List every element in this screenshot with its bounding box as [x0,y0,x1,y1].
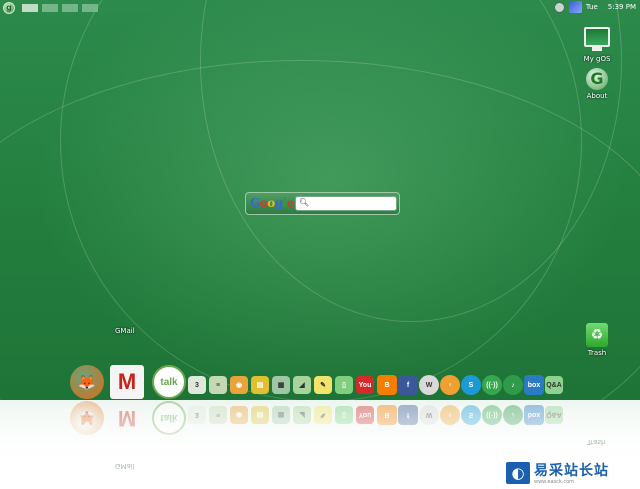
clock-time[interactable]: 5:39 PM [608,3,636,11]
desktop: g Tue 5:39 PM My gOS G About ♻ Trash Goo… [0,0,640,489]
dock-notebook-icon[interactable]: ▤ [251,376,269,394]
desktop-icon-label: Trash [587,349,607,357]
dock-music-icon[interactable]: ♪ [503,375,523,395]
dock-facebook-icon[interactable]: f [398,375,418,395]
dock-firefox-icon[interactable]: 🦊 [70,365,104,399]
watermark-logo-icon: ◐ [506,462,530,484]
dock-meebo-icon[interactable]: ♀ [440,375,460,395]
dock-blogger-icon[interactable]: B [377,375,397,395]
search-input[interactable] [309,197,394,210]
recycle-bin-icon: ♻ [586,323,608,347]
monitor-icon [584,27,610,51]
dock-hover-label: GMail [115,327,135,335]
dock-wifi-icon[interactable]: ((·)) [482,375,502,395]
watermark-url: www.easck.com [534,479,575,485]
dock-youtube-icon[interactable]: You [356,376,374,394]
dock-gtalk-icon[interactable]: talk [152,365,186,399]
network-icon[interactable] [553,1,565,13]
green-g-icon: G [586,68,608,90]
google-logo: Google [250,196,294,210]
desktop-icon-label: My gOS [583,55,611,63]
watermark-title: 易采站长站 [534,463,609,479]
clock-day: Tue [585,3,598,11]
search-box: 🔍︎ [295,196,397,211]
wifi-icon[interactable] [568,1,582,13]
watermark: ◐ 易采站长站 www.easck.com [500,457,640,489]
desktop-icon-trash[interactable]: ♻ Trash [577,323,617,357]
dock-gmail-icon[interactable]: M [110,365,144,399]
dock-notes-icon[interactable]: ✎ [314,376,332,394]
dock-box-icon[interactable]: box [524,375,544,395]
workspace-3[interactable] [62,4,78,12]
dock-photos-icon[interactable]: ▦ [272,376,290,394]
google-search-widget: Google 🔍︎ [245,192,400,215]
dock-wikipedia-icon[interactable]: W [419,375,439,395]
workspace-1[interactable] [22,4,38,12]
dock-docs-icon[interactable]: ≡ [209,376,227,394]
search-icon[interactable]: 🔍︎ [299,198,309,207]
workspace-2[interactable] [42,4,58,12]
top-panel: g Tue 5:39 PM [0,0,640,16]
workspace-4[interactable] [82,4,98,12]
mirrored-trash-label: Trash [587,438,606,446]
dock-skype-icon[interactable]: S [461,375,481,395]
dock-reader-icon[interactable]: ◉ [230,376,248,394]
app-dock: 🦊 Mtalk 3 ≡ ◉ ▤ ▦ ◢ ✎ ▯ You Bf W ♀ S ((·)) ♪ box Q&A [0,364,640,400]
mirrored-hover-label: GMail [115,462,135,470]
dock-maps-icon[interactable]: ◢ [293,376,311,394]
desktop-icon-about[interactable]: G About [577,68,617,100]
desktop-icon-label: About [586,92,608,100]
desktop-icon-mygos[interactable]: My gOS [577,27,617,63]
dock-book-icon[interactable]: ▯ [335,376,353,394]
dock-calendar-icon[interactable]: 3 [188,376,206,394]
dock-qa-icon[interactable]: Q&A [545,376,563,394]
start-menu-button[interactable]: g [3,2,15,14]
system-tray: Tue 5:39 PM [553,0,640,14]
